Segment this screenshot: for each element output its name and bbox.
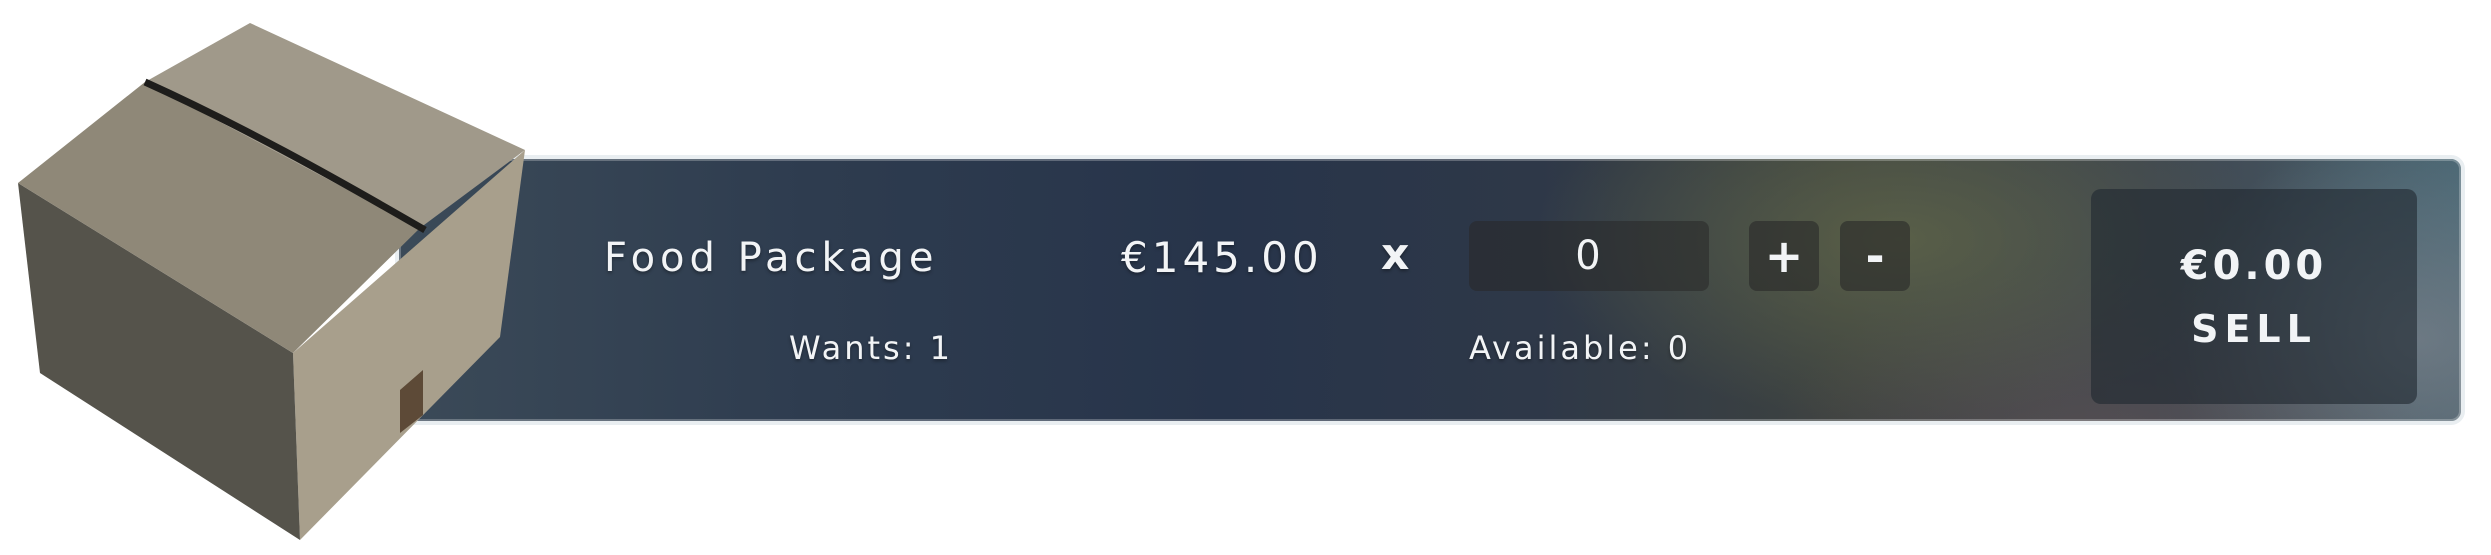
multiply-symbol: x — [1381, 229, 1410, 280]
sell-label: SELL — [2191, 306, 2317, 351]
available-count: Available: 0 — [1469, 329, 1692, 367]
item-name: Food Package — [604, 235, 939, 281]
trade-bar: Food Package Wants: 1 €145.00 x 0 + - Av… — [395, 155, 2465, 425]
cardboard-box-icon — [18, 23, 525, 540]
unit-price: €145.00 — [1121, 233, 1323, 282]
wants-count: Wants: 1 — [789, 329, 954, 367]
sell-total: €0.00 — [2180, 242, 2328, 289]
sell-button[interactable]: €0.00 SELL — [2091, 189, 2417, 404]
quantity-input[interactable]: 0 — [1469, 221, 1709, 291]
increment-button[interactable]: + — [1749, 221, 1819, 291]
trade-row: Food Package Wants: 1 €145.00 x 0 + - Av… — [0, 0, 2491, 555]
decrement-button[interactable]: - — [1840, 221, 1910, 291]
